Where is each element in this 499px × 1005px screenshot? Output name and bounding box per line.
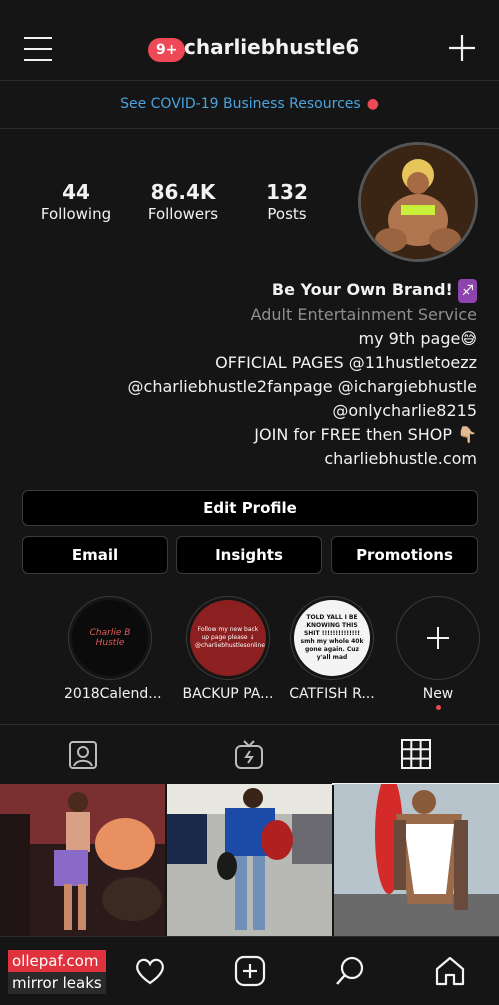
watermark-line-1: ollepaf.com	[8, 950, 106, 972]
search-icon	[336, 956, 364, 985]
covid-resources-label: See COVID-19 Business Resources	[120, 96, 361, 112]
grid-icon	[400, 739, 431, 769]
highlight-thumbnail: Follow my new back up page please ↓ @cha…	[190, 600, 266, 676]
post-grid	[0, 784, 499, 936]
posts-stat[interactable]: 132 Posts	[248, 180, 326, 224]
profile-bio: Be Your Own Brand! ♐ Adult Entertainment…	[17, 278, 477, 471]
followers-label: Followers	[147, 205, 219, 223]
followers-stat[interactable]: 86.4K Followers	[134, 180, 232, 224]
highlight-label: 2018Calend...	[64, 686, 162, 702]
highlight-ring: Follow my new back up page please ↓ @cha…	[186, 596, 270, 680]
edit-profile-button[interactable]: Edit Profile	[22, 490, 478, 526]
plus-icon	[427, 627, 449, 649]
heart-icon	[136, 958, 164, 985]
post-thumbnail[interactable]	[0, 784, 165, 936]
menu-icon[interactable]	[24, 37, 52, 63]
unread-dot: ●	[366, 96, 379, 112]
insights-button[interactable]: Insights	[176, 536, 322, 574]
profile-username[interactable]: charliebhustle6	[184, 35, 359, 59]
bio-name: Be Your Own Brand! ♐	[17, 278, 477, 303]
posts-count: 132	[266, 180, 308, 204]
top-bar: 9+ charliebhustle6	[0, 0, 499, 81]
following-stat[interactable]: 44 Following	[28, 180, 124, 224]
highlight-label: CATFISH R...	[289, 686, 375, 702]
tab-grid[interactable]	[332, 725, 499, 785]
bio-name-text: Be Your Own Brand!	[271, 280, 453, 299]
highlight-label: New	[422, 686, 454, 702]
post-thumbnail[interactable]	[334, 784, 499, 936]
promotions-button[interactable]: Promotions	[331, 536, 478, 574]
posts-label: Posts	[267, 205, 307, 223]
email-button[interactable]: Email	[22, 536, 168, 574]
nav-activity[interactable]	[100, 945, 200, 997]
tab-igtv[interactable]	[166, 725, 332, 785]
highlight-new[interactable]: New	[392, 596, 484, 710]
highlight-thumb-text: TOLD YALL I BE KNOWING THIS SHIT !!!!!!!…	[300, 614, 364, 661]
notification-badge[interactable]: 9+	[148, 38, 186, 62]
highlight-thumb-text: Charlie B Hustle	[89, 628, 131, 648]
bio-line[interactable]: @charliebhustle2fanpage @ichargiebhustle	[17, 375, 477, 399]
sagittarius-icon: ♐	[458, 279, 477, 303]
nav-new-post[interactable]	[200, 945, 300, 997]
highlight-thumbnail: Charlie B Hustle	[72, 600, 148, 676]
watermark: ollepaf.com mirror leaks	[8, 950, 106, 994]
highlight-label: BACKUP PA...	[182, 686, 274, 702]
igtv-icon	[235, 740, 263, 769]
tab-tagged[interactable]	[0, 725, 166, 785]
following-count: 44	[62, 180, 90, 204]
new-dot	[435, 705, 441, 710]
highlight-thumbnail: TOLD YALL I BE KNOWING THIS SHIT !!!!!!!…	[294, 600, 370, 676]
bio-line[interactable]: @onlycharlie8215	[17, 399, 477, 423]
bio-website-link[interactable]: charliebhustle.com	[17, 447, 477, 471]
covid-resources-link[interactable]: See COVID-19 Business Resources ●	[0, 82, 499, 129]
profile-tabs	[0, 724, 499, 785]
highlight-ring: TOLD YALL I BE KNOWING THIS SHIT !!!!!!!…	[290, 596, 374, 680]
post-thumbnail[interactable]	[167, 784, 332, 936]
bio-line: my 9th page😅	[358, 329, 477, 348]
highlight-2018calendar[interactable]: Charlie B Hustle 2018Calend...	[64, 596, 162, 702]
followers-count: 86.4K	[150, 180, 216, 204]
highlight-ring: Charlie B Hustle	[68, 596, 152, 680]
plus-icon[interactable]	[447, 33, 477, 63]
highlight-catfish[interactable]: TOLD YALL I BE KNOWING THIS SHIT !!!!!!!…	[282, 596, 382, 702]
bio-line: JOIN for FREE then SHOP 👇🏼	[254, 425, 477, 444]
watermark-line-2: mirror leaks	[8, 972, 106, 994]
tagged-icon	[69, 741, 97, 769]
nav-search[interactable]	[300, 945, 400, 997]
highlight-backup-page[interactable]: Follow my new back up page please ↓ @cha…	[178, 596, 278, 702]
following-label: Following	[40, 205, 112, 223]
bio-line[interactable]: OFFICIAL PAGES @11hustletoezz	[17, 351, 477, 375]
nav-home[interactable]	[400, 945, 499, 997]
home-icon	[435, 956, 465, 986]
bio-category: Adult Entertainment Service	[250, 305, 477, 324]
new-highlight-ring[interactable]	[396, 596, 480, 680]
highlight-thumb-text: Follow my new back up page please ↓ @cha…	[195, 626, 265, 649]
profile-avatar[interactable]	[358, 142, 478, 262]
add-post-icon	[234, 955, 266, 987]
